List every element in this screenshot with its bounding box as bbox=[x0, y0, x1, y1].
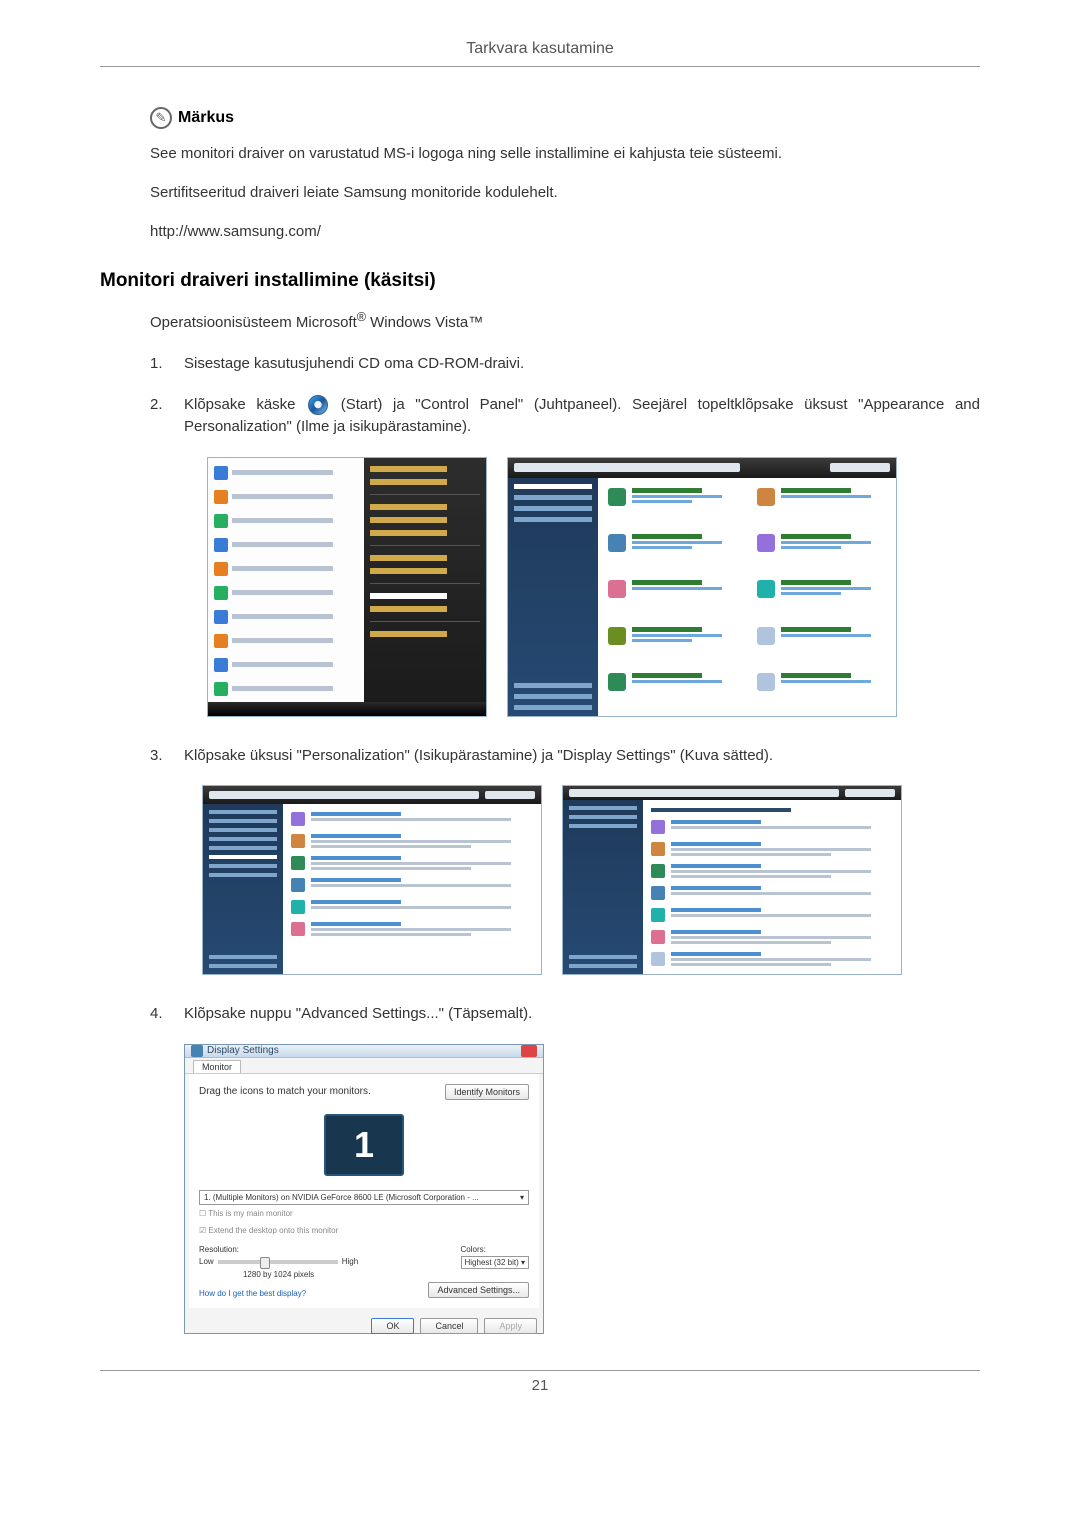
page-number: 21 bbox=[532, 1377, 549, 1394]
best-display-link[interactable]: How do I get the best display? bbox=[199, 1289, 306, 1298]
step-1: 1. Sisestage kasutusjuhendi CD oma CD-RO… bbox=[150, 353, 980, 376]
cancel-button[interactable]: Cancel bbox=[420, 1318, 478, 1334]
dialog-title: Display Settings bbox=[207, 1045, 279, 1056]
res-low: Low bbox=[199, 1257, 214, 1266]
resolution-value: 1280 by 1024 pixels bbox=[243, 1270, 314, 1279]
page-footer: 21 bbox=[100, 1370, 980, 1394]
screenshot-personalization bbox=[562, 785, 902, 975]
section-heading: Monitori draiveri installimine (käsitsi) bbox=[100, 270, 980, 292]
resolution-label: Resolution: bbox=[199, 1245, 358, 1254]
step-4-num: 4. bbox=[150, 1003, 184, 1026]
step-3-text: Klõpsake üksusi "Personalization" (Isiku… bbox=[184, 745, 980, 768]
step-2: 2. Klõpsake käske (Start) ja "Control Pa… bbox=[150, 394, 980, 439]
monitor-combo[interactable]: 1. (Multiple Monitors) on NVIDIA GeForce… bbox=[199, 1190, 529, 1205]
step-2-before: Klõpsake käske bbox=[184, 396, 306, 413]
page-header-title: Tarkvara kasutamine bbox=[100, 40, 980, 66]
identify-monitors-button[interactable]: Identify Monitors bbox=[445, 1084, 529, 1100]
step-1-num: 1. bbox=[150, 353, 184, 376]
screenshot-row-2 bbox=[184, 785, 920, 975]
advanced-settings-button[interactable]: Advanced Settings... bbox=[428, 1282, 529, 1298]
screenshot-start-menu bbox=[207, 457, 487, 717]
note-paragraph-2: Sertifitseeritud draiveri leiate Samsung… bbox=[150, 182, 980, 203]
chk-main-monitor: ☐ This is my main monitor bbox=[199, 1209, 529, 1218]
monitor-preview[interactable]: 1 bbox=[324, 1114, 404, 1176]
colors-value: Highest (32 bit) bbox=[465, 1258, 519, 1267]
step-1-text: Sisestage kasutusjuhendi CD oma CD-ROM-d… bbox=[184, 353, 980, 376]
os-prefix: Operatsioonisüsteem Microsoft bbox=[150, 314, 357, 331]
monitor-combo-text: 1. (Multiple Monitors) on NVIDIA GeForce… bbox=[204, 1193, 479, 1202]
step-4: 4. Klõpsake nuppu "Advanced Settings..."… bbox=[150, 1003, 980, 1026]
step-2-num: 2. bbox=[150, 394, 184, 439]
header-divider bbox=[100, 66, 980, 67]
apply-button: Apply bbox=[484, 1318, 537, 1334]
step-4-text: Klõpsake nuppu "Advanced Settings..." (T… bbox=[184, 1003, 980, 1026]
colors-label: Colors: bbox=[461, 1245, 530, 1254]
note-paragraph-1: See monitori draiver on varustatud MS-i … bbox=[150, 143, 980, 164]
note-link: http://www.samsung.com/ bbox=[150, 221, 980, 242]
note-label: Märkus bbox=[178, 109, 234, 127]
screenshot-display-settings: Display Settings Monitor Drag the icons … bbox=[184, 1044, 544, 1334]
monitor-tab[interactable]: Monitor bbox=[193, 1060, 241, 1073]
drag-text: Drag the icons to match your monitors. bbox=[199, 1086, 371, 1097]
chevron-down-icon: ▾ bbox=[520, 1193, 524, 1202]
screenshot-appearance bbox=[202, 785, 542, 975]
start-orb-icon bbox=[308, 395, 328, 415]
os-line: Operatsioonisüsteem Microsoft® Windows V… bbox=[150, 310, 980, 331]
res-high: High bbox=[342, 1257, 358, 1266]
step-3: 3. Klõpsake üksusi "Personalization" (Is… bbox=[150, 745, 980, 768]
note-icon bbox=[150, 107, 172, 129]
step-3-num: 3. bbox=[150, 745, 184, 768]
os-reg: ® bbox=[357, 310, 366, 324]
chk-extend-desktop: ☑ Extend the desktop onto this monitor bbox=[199, 1226, 529, 1235]
close-icon[interactable] bbox=[521, 1045, 537, 1057]
os-suffix: Windows Vista™ bbox=[366, 314, 483, 331]
colors-combo[interactable]: Highest (32 bit) ▾ bbox=[461, 1256, 530, 1269]
dialog-icon bbox=[191, 1045, 203, 1057]
screenshot-row-1 bbox=[184, 457, 920, 717]
screenshot-control-panel bbox=[507, 457, 897, 717]
resolution-slider[interactable] bbox=[218, 1260, 338, 1264]
ok-button[interactable]: OK bbox=[371, 1318, 414, 1334]
